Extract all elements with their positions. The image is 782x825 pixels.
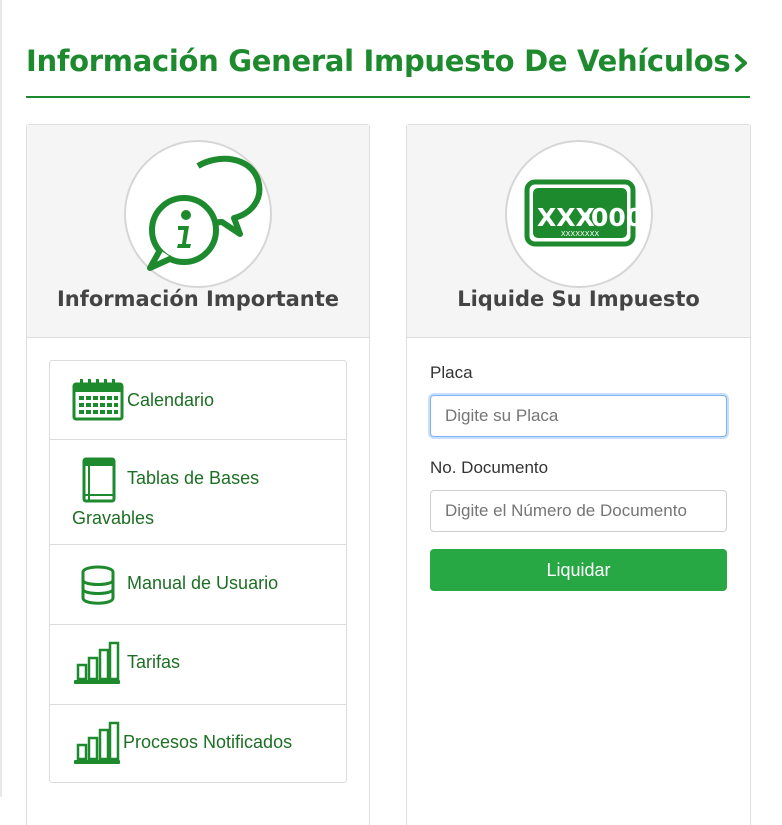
license-plate-icon: XXX 000 XXXXXXXX bbox=[524, 179, 643, 247]
link-tablas-bases-gravables[interactable]: Tablas de Bases Gravables bbox=[50, 440, 346, 545]
link-tablas-label-line2: Gravables bbox=[72, 508, 155, 528]
title-divider bbox=[26, 96, 750, 98]
plate-numbers-text: 000 bbox=[591, 203, 643, 232]
info-link-list: Calendario Tablas de Bases Gravables Man… bbox=[49, 360, 347, 783]
info-chat-icon bbox=[147, 155, 263, 271]
link-tarifas-label: Tarifas bbox=[127, 652, 181, 672]
book-icon bbox=[82, 457, 116, 503]
link-manual-usuario[interactable]: Manual de Usuario bbox=[50, 545, 346, 625]
page-title: Información General Impuesto De Vehículo… bbox=[26, 44, 750, 78]
calendar-icon bbox=[72, 379, 124, 421]
link-procesos-notificados[interactable]: Procesos Notificados bbox=[50, 705, 346, 782]
plate-icon-circle: XXX 000 XXXXXXXX bbox=[504, 140, 653, 288]
info-icon-circle bbox=[124, 140, 272, 288]
database-icon bbox=[81, 565, 115, 605]
info-panel-header: Información Importante bbox=[27, 125, 369, 338]
info-panel-title: Información Importante bbox=[56, 287, 340, 311]
liquidate-panel-header: XXX 000 XXXXXXXX Liquide Su Impuesto bbox=[407, 125, 750, 338]
link-tablas-label-line1: Tablas de Bases bbox=[127, 468, 260, 488]
liquidar-button[interactable]: Liquidar bbox=[430, 549, 727, 591]
page-left-border bbox=[0, 0, 2, 797]
link-calendario[interactable]: Calendario bbox=[50, 361, 346, 440]
info-panel: Información Importante Calendario Tablas… bbox=[26, 124, 370, 825]
bar-chart-icon bbox=[74, 641, 120, 684]
plate-small-text: XXXXXXXX bbox=[560, 230, 599, 238]
chevron-right-icon bbox=[735, 54, 748, 72]
link-manual-label: Manual de Usuario bbox=[127, 573, 279, 593]
page-title-text: Información General Impuesto De Vehículo… bbox=[26, 44, 731, 78]
placa-label: Placa bbox=[430, 363, 473, 382]
link-procesos-label: Procesos Notificados bbox=[123, 732, 293, 752]
placa-input[interactable] bbox=[430, 395, 727, 437]
plate-letters-text: XXX bbox=[537, 203, 595, 232]
liquidate-panel-title: Liquide Su Impuesto bbox=[457, 287, 700, 311]
link-tarifas[interactable]: Tarifas bbox=[50, 625, 346, 705]
bar-chart-icon bbox=[74, 721, 120, 764]
documento-label: No. Documento bbox=[430, 458, 549, 477]
link-calendario-label: Calendario bbox=[127, 390, 215, 410]
documento-input[interactable] bbox=[430, 490, 727, 532]
liquidate-panel: XXX 000 XXXXXXXX Liquide Su Impuesto Pla… bbox=[406, 124, 751, 825]
